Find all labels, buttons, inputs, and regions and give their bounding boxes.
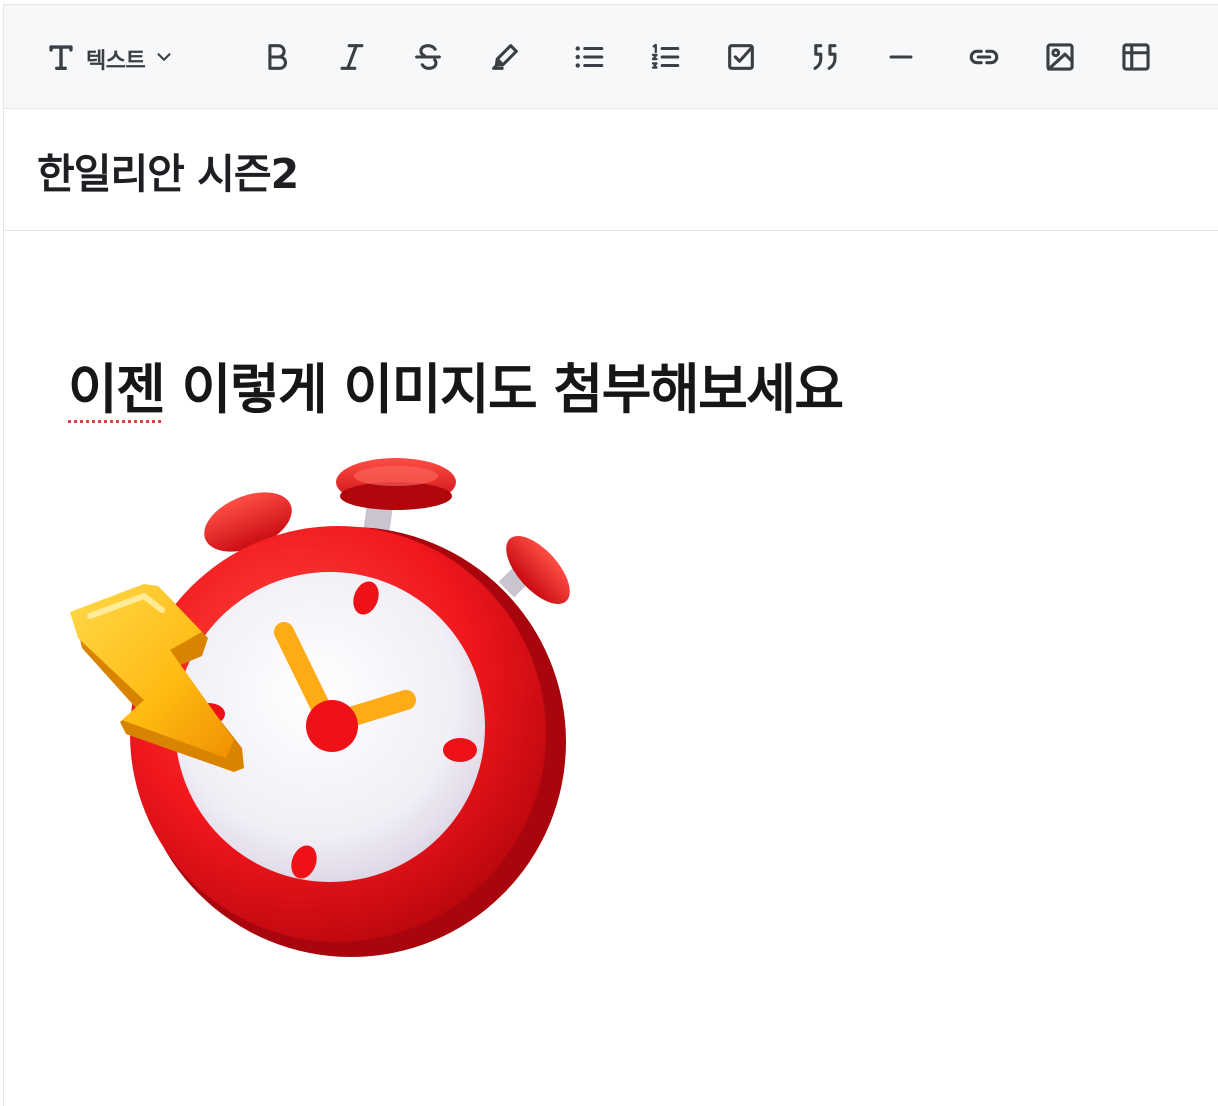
spellcheck-word: 이젠	[68, 358, 166, 421]
bold-icon	[268, 44, 287, 70]
stopwatch-lightning-icon	[70, 458, 570, 957]
highlight-button[interactable]	[479, 31, 531, 83]
heading-text: 이렇게 이미지도 첨부해보세요	[164, 358, 844, 421]
bold-button[interactable]	[251, 31, 303, 83]
checkbox-icon	[728, 44, 754, 70]
divider-button[interactable]	[875, 31, 927, 83]
bullet-list-icon	[575, 46, 604, 68]
stopwatch-image[interactable]	[66, 452, 586, 964]
quote-icon	[813, 44, 837, 70]
link-icon	[969, 49, 999, 65]
text-style-label: 텍스트	[86, 49, 146, 74]
strikethrough-button[interactable]	[402, 31, 454, 83]
numbered-list-icon	[651, 43, 680, 69]
highlighter-icon	[492, 44, 518, 70]
italic-button[interactable]	[326, 31, 378, 83]
content-heading[interactable]: 이젠 이렇게 이미지도 첨부해보세요	[68, 345, 844, 424]
horizontal-rule-icon	[889, 55, 913, 59]
table-icon	[1122, 43, 1150, 71]
bullet-list-button[interactable]	[563, 31, 615, 83]
title-row: 한일리안 시즌2	[4, 110, 1218, 231]
strikethrough-icon	[415, 44, 441, 70]
document-title-input[interactable]: 한일리안 시즌2	[37, 140, 299, 200]
text-type-icon	[44, 40, 78, 78]
italic-icon	[340, 44, 364, 70]
editor-toolbar: 텍스트	[4, 5, 1218, 109]
chevron-down-icon	[153, 46, 175, 72]
numbered-list-button[interactable]	[639, 31, 691, 83]
quote-button[interactable]	[799, 31, 851, 83]
image-button[interactable]	[1034, 31, 1086, 83]
link-button[interactable]	[958, 31, 1010, 83]
checklist-button[interactable]	[715, 31, 767, 83]
text-style-dropdown[interactable]: 텍스트	[44, 35, 175, 83]
table-button[interactable]	[1110, 31, 1162, 83]
image-icon	[1046, 43, 1074, 71]
